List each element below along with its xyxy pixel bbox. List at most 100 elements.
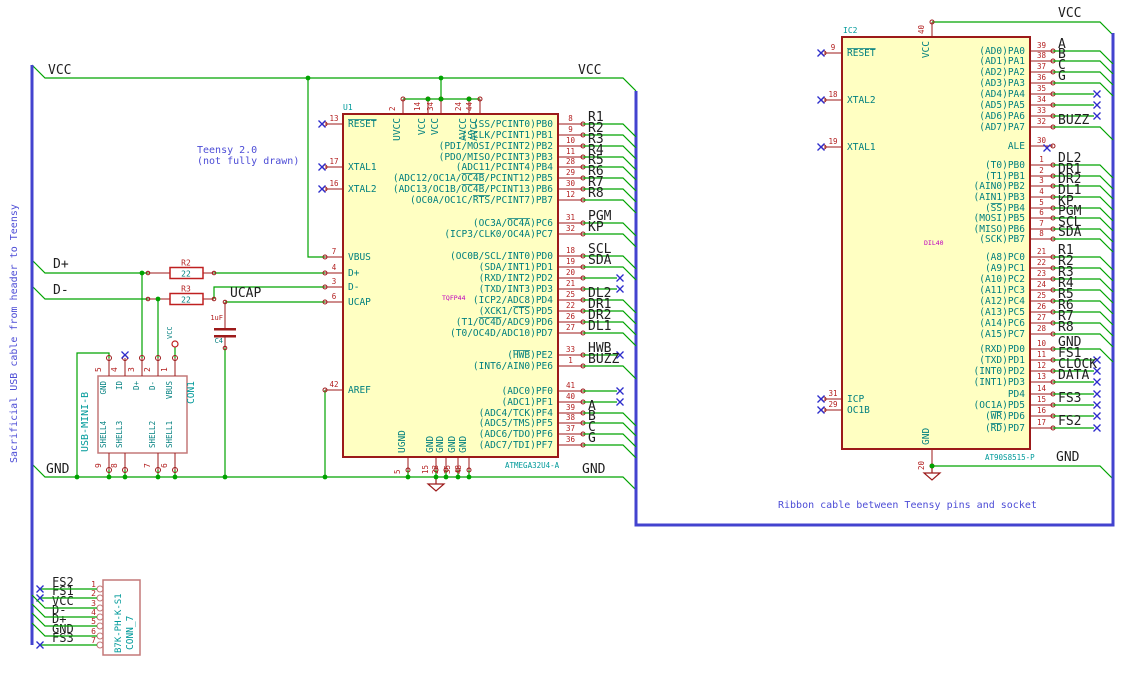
no-connect-icon	[1093, 90, 1101, 98]
pin-number: 36	[566, 435, 576, 444]
pin-name: (T1/OC4D/ADC9)PD6	[456, 317, 554, 328]
pin-number: 21	[1037, 247, 1046, 256]
ic2-reference: IC2	[843, 26, 858, 35]
pin-number: 5	[94, 367, 103, 372]
junction-dot	[443, 474, 449, 480]
pin-name: (AD3)PA3	[979, 78, 1025, 89]
net-label[interactable]: DATA	[1058, 368, 1089, 383]
pin-number: 2	[1039, 166, 1044, 175]
pin-number: 39	[566, 403, 575, 412]
net-label[interactable]: FS3	[52, 631, 74, 645]
pin-number: 43	[454, 465, 463, 474]
pin-number: 1	[568, 356, 573, 365]
net-label[interactable]: R8	[1058, 320, 1074, 335]
junction-dot	[305, 75, 311, 81]
pin-number: 17	[1037, 418, 1046, 427]
pin-name: (T0/OC4D/ADC10)PD7	[450, 328, 553, 339]
net-label[interactable]: SDA	[1058, 225, 1082, 240]
pin-name: ALE	[1008, 141, 1025, 152]
net-label[interactable]: VCC	[1058, 6, 1081, 21]
pin-number: 30	[566, 179, 576, 188]
net-label[interactable]: FS3	[1058, 391, 1081, 406]
resistor-r2[interactable]: R222	[145, 259, 217, 280]
net-label[interactable]: R8	[588, 186, 604, 201]
pin-number: 32	[566, 224, 575, 233]
pin-number: 34	[1037, 95, 1047, 104]
note-ribbon: Ribbon cable between Teensy pins and soc…	[778, 500, 1037, 511]
pin-name: (A8)PC0	[985, 252, 1025, 263]
net-label[interactable]: GND	[46, 462, 70, 477]
u1-reference: U1	[343, 103, 353, 112]
pin-number: 7	[332, 247, 337, 256]
junction-dot	[155, 296, 161, 302]
pin-number: 10	[1037, 339, 1047, 348]
net-label[interactable]: G	[588, 431, 596, 446]
pin-name: AVCC	[469, 118, 480, 141]
pin-number: 8	[1039, 229, 1044, 238]
net-label[interactable]: D-	[53, 283, 69, 298]
net-label[interactable]: DL1	[588, 319, 611, 334]
resistor-reference: R2	[181, 259, 191, 268]
wire	[31, 64, 637, 92]
note-teensy: Teensy 2.0 (not fully drawn)	[197, 145, 299, 167]
pin-name: SHELL3	[115, 421, 124, 448]
no-connect-icon	[318, 120, 326, 128]
pin-number: 17	[329, 157, 338, 166]
junction-dot	[172, 474, 178, 480]
pin-name: (AD7)PA7	[979, 122, 1025, 133]
pin-name: D+	[348, 268, 360, 279]
pin-number: 28	[566, 157, 576, 166]
net-label[interactable]: BUZZ	[1058, 113, 1089, 128]
net-label[interactable]: D+	[53, 257, 69, 272]
pin-number: 6	[332, 292, 337, 301]
net-label[interactable]: UCAP	[230, 286, 261, 301]
note-teensy-line2: (not fully drawn)	[197, 156, 300, 167]
ic2-value: AT90S8515-P	[985, 453, 1035, 462]
pin-number: 1	[91, 580, 96, 589]
pin-name: (ADC1)PF1	[502, 397, 554, 408]
ic2-symbol[interactable]: IC2AT90S8515-PDIL409RESET18XTAL219XTAL13…	[817, 19, 1056, 470]
pin-number: 19	[828, 137, 837, 146]
resistor-value: 22	[181, 270, 191, 279]
pin-end-circle	[96, 632, 104, 640]
net-label[interactable]: SDA	[588, 253, 612, 268]
no-connect-icon	[1093, 101, 1101, 109]
wire	[583, 444, 637, 459]
net-label[interactable]: GND	[1056, 450, 1080, 465]
net-label[interactable]: GND	[582, 462, 606, 477]
no-connect-icon	[1093, 401, 1101, 409]
pin-name: D-	[348, 282, 359, 293]
net-label[interactable]: FS2	[1058, 414, 1081, 429]
wire	[932, 21, 1114, 36]
pin-number: 14	[413, 101, 422, 111]
pin-end-circle	[96, 641, 104, 649]
pin-name: VBUS	[165, 381, 174, 400]
pin-name: (AD5)PA5	[979, 100, 1025, 111]
conn7-value: B7K-PH-K-S1	[114, 593, 124, 653]
pin-name: (ICP3/CLK0/OC4A)PC7	[444, 229, 553, 240]
capacitor-c4[interactable]: 1uF C4	[210, 299, 236, 351]
pin-number: 2	[143, 367, 152, 372]
net-label[interactable]: VCC	[48, 63, 71, 78]
con1-usb-mini-b-symbol[interactable]: CON1 USB-MINI-B 5 GND 4 ID 3 D+ 2 D- 1 VBUS 9 SHELL4 8…	[80, 351, 197, 473]
pin-number: 25	[566, 290, 575, 299]
pin-name: (AIN1)PB3	[974, 192, 1025, 203]
pin-name: (AD6)PA6	[979, 111, 1025, 122]
no-connect-icon	[318, 185, 326, 193]
pin-name: (A11)PC3	[979, 285, 1025, 296]
net-label[interactable]: BUZZ	[588, 352, 619, 367]
net-label[interactable]: G	[1058, 69, 1066, 84]
pin-number: 31	[828, 389, 837, 398]
net-label[interactable]: VCC	[578, 63, 601, 78]
pin-name: (A9)PC1	[985, 263, 1025, 274]
conn7-header-symbol[interactable]: B7K-PH-K-S1 CONN_71FS22FS13VCC4D-5D+6GND7…	[52, 575, 141, 656]
net-label[interactable]: KP	[588, 220, 604, 235]
u1-symbol[interactable]: U1ATMEGA32U4-ATQFP4413RESET17XTAL116XTAL…	[318, 96, 586, 474]
no-connect-icon	[817, 143, 825, 151]
wire	[31, 259, 148, 274]
no-connect-icon	[1093, 112, 1101, 120]
con1-reference: CON1	[186, 381, 197, 404]
pin-name: (ADC13/OC1B/OC4B/PCINT13)PB6	[393, 184, 553, 195]
resistor-r3[interactable]: R322	[145, 285, 217, 306]
pin-name: SHELL2	[148, 421, 157, 448]
